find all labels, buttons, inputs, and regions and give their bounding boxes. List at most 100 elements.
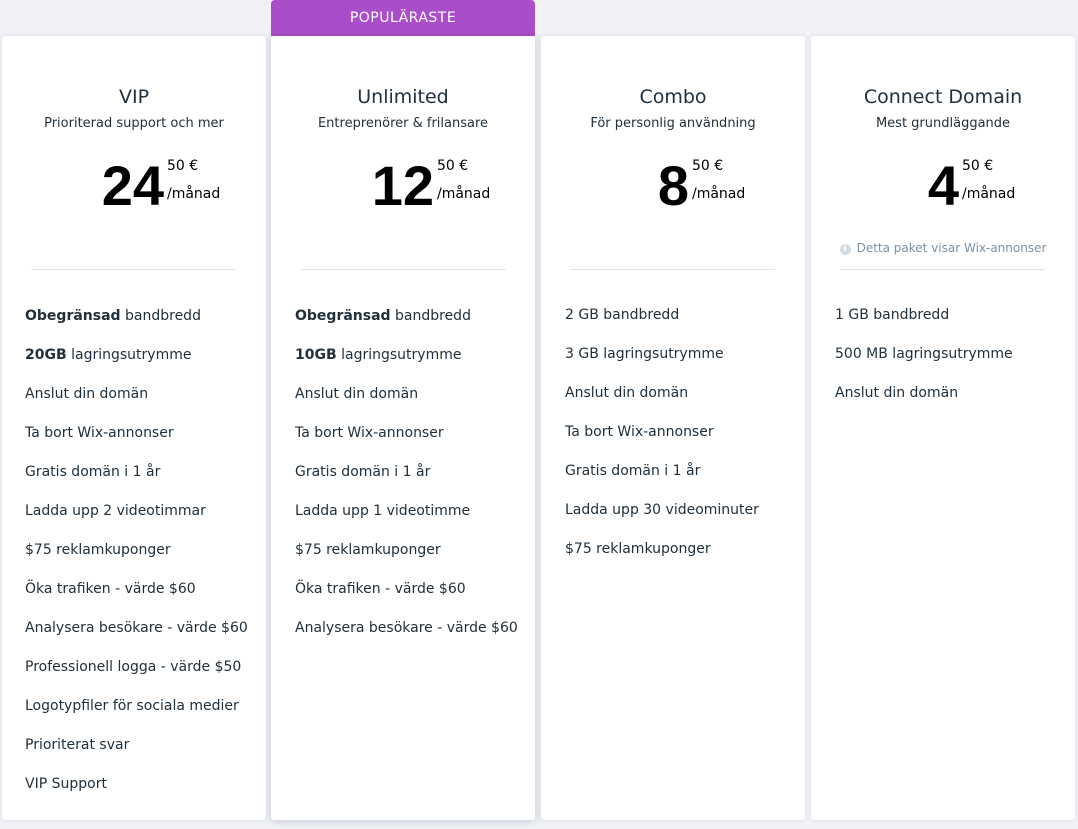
feature-item: $75 reklamkuponger	[565, 541, 759, 580]
feature-text: Gratis domän i 1 år	[25, 464, 161, 480]
feature-text: Ta bort Wix-annonser	[25, 425, 174, 441]
plan-tagline: Mest grundläggande	[875, 116, 1011, 131]
feature-text: lagringsutrymme	[66, 347, 192, 363]
feature-item: Analysera besökare - värde $60	[25, 620, 248, 659]
plan-card-combo[interactable]: Combo För personlig användning 8 50 € /m…	[541, 36, 805, 820]
feature-item: Anslut din domän	[25, 386, 248, 425]
feature-text: Ladda upp 30 videominuter	[565, 502, 759, 518]
feature-text: $75 reklamkuponger	[25, 542, 171, 558]
pricing-plans: POPULÄRASTE VIP Prioriterad support och …	[0, 0, 1078, 829]
feature-item: 10GB lagringsutrymme	[295, 347, 518, 386]
feature-item: 1 GB bandbredd	[835, 307, 1013, 346]
plan-divider	[31, 269, 236, 270]
feature-item: VIP Support	[25, 776, 248, 815]
feature-text: Anslut din domän	[565, 385, 689, 401]
price-amount: 4	[927, 154, 959, 217]
feature-item: Ta bort Wix-annonser	[25, 425, 248, 464]
feature-item: Öka trafiken - värde $60	[295, 581, 518, 620]
feature-item: Öka trafiken - värde $60	[25, 581, 248, 620]
feature-text: lagringsutrymme	[336, 347, 462, 363]
feature-text: bandbredd	[390, 308, 471, 324]
price-period: /månad	[437, 186, 491, 202]
price-amount: 8	[657, 154, 689, 217]
feature-item: $75 reklamkuponger	[25, 542, 248, 581]
feature-text: Ta bort Wix-annonser	[295, 425, 444, 441]
feature-highlight: Obegränsad	[295, 308, 391, 324]
feature-item: 20GB lagringsutrymme	[25, 347, 248, 386]
feature-text: $75 reklamkuponger	[565, 541, 711, 557]
feature-item: Logotypfiler för sociala medier	[25, 698, 248, 737]
plan-price: 8 50 € /månad	[653, 154, 745, 217]
feature-item: Obegränsad bandbredd	[295, 308, 518, 347]
plan-divider	[301, 269, 506, 270]
plan-price: 24 50 € /månad	[102, 154, 221, 217]
price-cents: 50 €	[437, 158, 469, 174]
feature-item: Ladda upp 30 videominuter	[565, 502, 759, 541]
feature-text: 500 MB lagringsutrymme	[835, 346, 1013, 362]
plan-name: Combo	[639, 86, 707, 108]
price-cents: 50 €	[167, 158, 199, 174]
feature-highlight: Obegränsad	[25, 308, 121, 324]
feature-text: Analysera besökare - värde $60	[295, 620, 518, 636]
price-cents: 50 €	[692, 158, 724, 174]
feature-text: Anslut din domän	[295, 386, 419, 402]
price-cents: 50 €	[962, 158, 994, 174]
feature-text: VIP Support	[25, 776, 107, 792]
feature-text: Öka trafiken - värde $60	[25, 581, 196, 597]
feature-item: Ta bort Wix-annonser	[295, 425, 518, 464]
feature-text: Logotypfiler för sociala medier	[25, 698, 239, 714]
feature-item: 3 GB lagringsutrymme	[565, 346, 759, 385]
feature-text: 2 GB bandbredd	[565, 307, 680, 323]
feature-item: Ladda upp 2 videotimmar	[25, 503, 248, 542]
feature-list: 1 GB bandbredd 500 MB lagringsutrymme An…	[835, 307, 1013, 424]
plan-price: 12 50 € /månad	[372, 154, 491, 217]
plan-price: 4 50 € /månad	[923, 154, 1015, 217]
price-amount: 24	[101, 154, 164, 217]
feature-text: Gratis domän i 1 år	[295, 464, 431, 480]
feature-text: Anslut din domän	[835, 385, 959, 401]
feature-item: Anslut din domän	[295, 386, 518, 425]
feature-item: Analysera besökare - värde $60	[295, 620, 518, 659]
plan-tagline: För personlig användning	[590, 116, 756, 131]
feature-text: Ladda upp 2 videotimmar	[25, 503, 206, 519]
feature-text: Analysera besökare - värde $60	[25, 620, 248, 636]
price-period: /månad	[692, 186, 746, 202]
feature-item: 2 GB bandbredd	[565, 307, 759, 346]
feature-item: Gratis domän i 1 år	[25, 464, 248, 503]
feature-text: 1 GB bandbredd	[835, 307, 950, 323]
plan-tagline: Entreprenörer & frilansare	[317, 116, 489, 131]
feature-text: Öka trafiken - värde $60	[295, 581, 466, 597]
feature-text: Anslut din domän	[25, 386, 149, 402]
feature-text: Prioriterat svar	[25, 737, 130, 753]
feature-text: Gratis domän i 1 år	[565, 463, 701, 479]
plan-card-unlimited[interactable]: Unlimited Entreprenörer & frilansare 12 …	[271, 36, 535, 820]
plan-name: VIP	[118, 86, 150, 108]
feature-item: Professionell logga - värde $50	[25, 659, 248, 698]
feature-item: Gratis domän i 1 år	[565, 463, 759, 502]
plan-divider	[840, 269, 1045, 270]
feature-text: 3 GB lagringsutrymme	[565, 346, 724, 362]
feature-highlight: 10GB	[295, 347, 337, 363]
feature-highlight: 20GB	[25, 347, 67, 363]
feature-item: Anslut din domän	[565, 385, 759, 424]
info-icon[interactable]: i	[839, 244, 851, 255]
feature-item: Anslut din domän	[835, 385, 1013, 424]
feature-list: Obegränsad bandbredd 10GB lagringsutrymm…	[295, 308, 518, 659]
plan-card-connect-domain[interactable]: Connect Domain Mest grundläggande 4 50 €…	[811, 36, 1075, 820]
feature-text: Ta bort Wix-annonser	[565, 424, 714, 440]
feature-item: $75 reklamkuponger	[295, 542, 518, 581]
feature-text: Ladda upp 1 videotimme	[295, 503, 471, 519]
plan-name: Unlimited	[357, 86, 449, 108]
price-period: /månad	[962, 186, 1016, 202]
feature-item: 500 MB lagringsutrymme	[835, 346, 1013, 385]
feature-text: Professionell logga - värde $50	[25, 659, 242, 675]
ads-note-text: Detta paket visar Wix-annonser	[856, 241, 1047, 255]
plan-card-vip[interactable]: VIP Prioriterad support och mer 24 50 € …	[2, 36, 266, 820]
feature-list: 2 GB bandbredd 3 GB lagringsutrymme Ansl…	[565, 307, 759, 580]
plan-divider	[570, 269, 775, 270]
feature-item: Ta bort Wix-annonser	[565, 424, 759, 463]
feature-text: $75 reklamkuponger	[295, 542, 441, 558]
price-amount: 12	[371, 154, 434, 217]
ads-note: i Detta paket visar Wix-annonser	[811, 241, 1075, 255]
feature-text: bandbredd	[120, 308, 201, 324]
